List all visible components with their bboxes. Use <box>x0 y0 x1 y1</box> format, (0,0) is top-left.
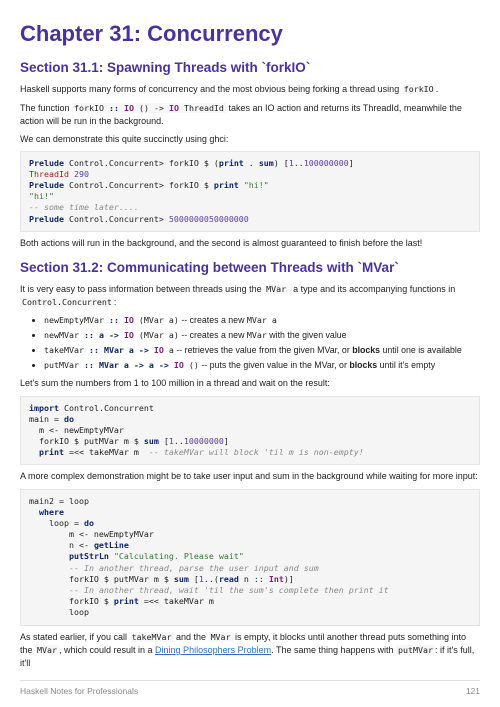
chapter-title: Chapter 31: Concurrency <box>20 18 480 50</box>
list-item: takeMVar :: MVar a -> IO a -- retrieves … <box>44 344 480 357</box>
inline-code: takeMVar <box>130 632 174 642</box>
footer-title: Haskell Notes for Professionals <box>20 685 138 697</box>
code-block-mvar-sum: import Control.Concurrent main = do m <-… <box>20 396 480 466</box>
list-item: newEmptyMVar :: IO (MVar a) -- creates a… <box>44 314 480 327</box>
list-item: putMVar :: MVar a -> a -> IO () -- puts … <box>44 359 480 372</box>
paragraph: We can demonstrate this quite succinctly… <box>20 133 480 146</box>
inline-code: MVar <box>264 284 293 294</box>
inline-code: MVar <box>209 632 233 642</box>
inline-code: forkIO <box>402 84 436 94</box>
inline-code: Control.Concurrent <box>20 297 114 307</box>
inline-code: MVar <box>35 645 59 655</box>
list-item: newMVar :: a -> IO (MVar a) -- creates a… <box>44 329 480 342</box>
inline-code: putMVar <box>396 645 435 655</box>
inline-code: forkIO :: IO () -> IO ThreadId <box>72 103 226 113</box>
paragraph: A more complex demonstration might be to… <box>20 470 480 483</box>
paragraph: It is very easy to pass information betw… <box>20 283 480 309</box>
section-2-title: Section 31.2: Communicating between Thre… <box>20 258 480 278</box>
section-1-title: Section 31.1: Spawning Threads with `for… <box>20 58 480 78</box>
page-footer: Haskell Notes for Professionals 121 <box>20 680 480 697</box>
paragraph: Let's sum the numbers from 1 to 100 mill… <box>20 377 480 390</box>
paragraph: Haskell supports many forms of concurren… <box>20 83 480 96</box>
dining-philosophers-link[interactable]: Dining Philosophers Problem <box>155 645 271 655</box>
footer-page-number: 121 <box>466 685 480 697</box>
paragraph: The function forkIO :: IO () -> IO Threa… <box>20 102 480 128</box>
bullet-list: newEmptyMVar :: IO (MVar a) -- creates a… <box>20 314 480 371</box>
paragraph: Both actions will run in the background,… <box>20 237 480 250</box>
code-block-ghci: Prelude Control.Concurrent> forkIO $ (pr… <box>20 151 480 232</box>
code-block-loop: main2 = loop where loop = do m <- newEmp… <box>20 489 480 626</box>
paragraph: As stated earlier, if you call takeMVar … <box>20 631 480 670</box>
